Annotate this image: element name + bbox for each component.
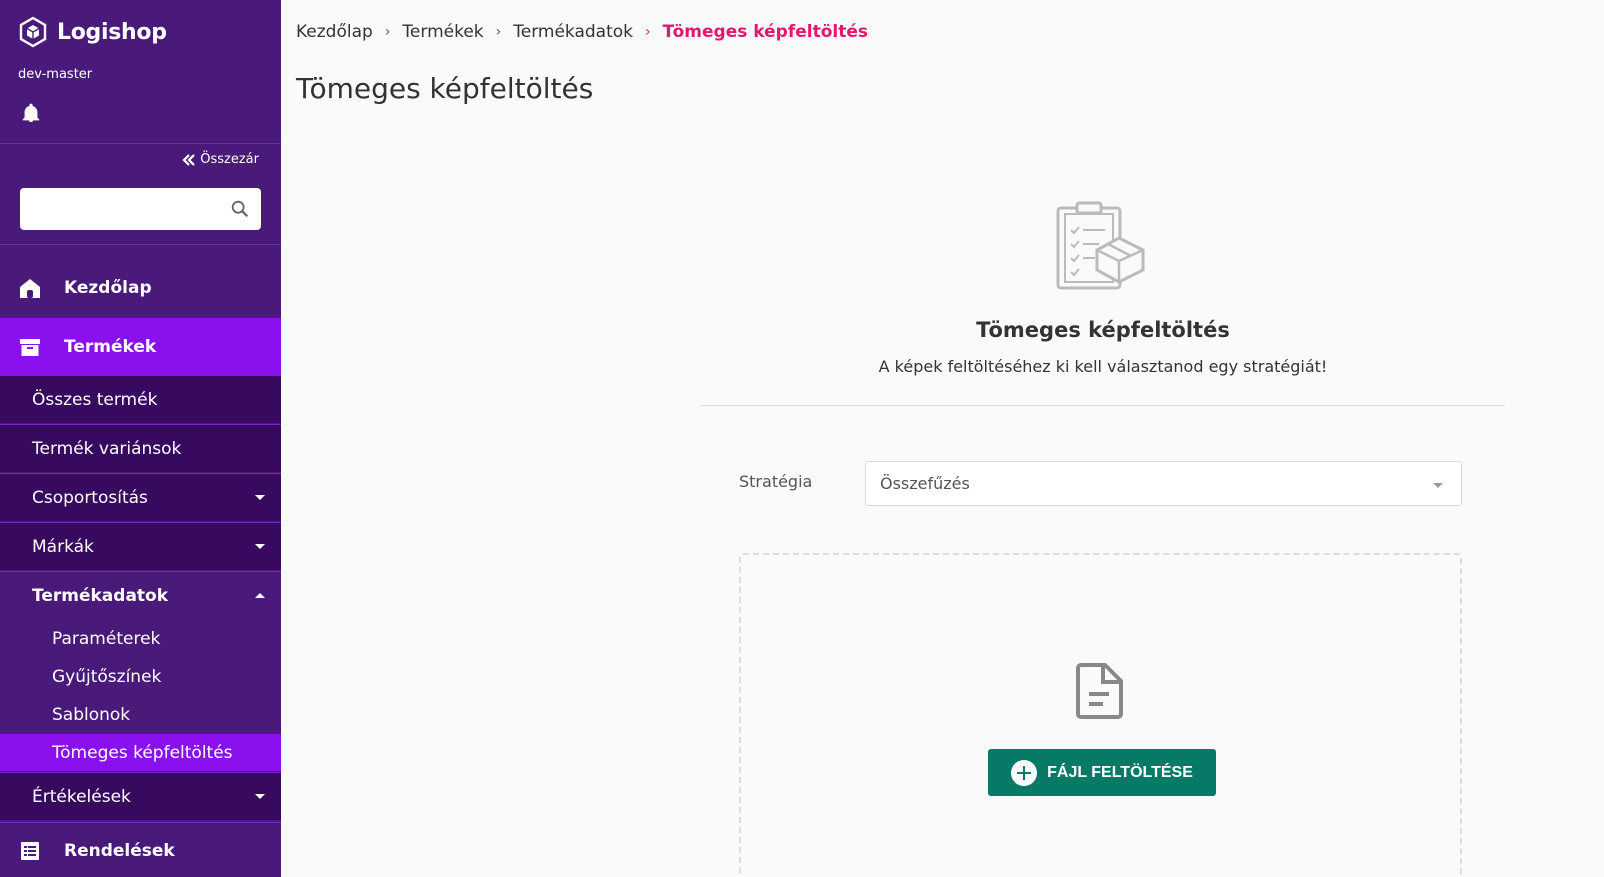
breadcrumb-current: Tömeges képfeltöltés xyxy=(662,22,868,42)
caret-down-icon xyxy=(255,495,265,500)
chevron-right-icon: › xyxy=(384,24,391,40)
section-divider xyxy=(700,405,1505,406)
sidebar-search-input[interactable] xyxy=(20,188,215,230)
nav-subitem-label: Értékelések xyxy=(32,786,131,807)
chevron-right-icon: › xyxy=(495,24,502,40)
archive-box-icon xyxy=(20,338,40,356)
nav-subitem-label: Termék variánsok xyxy=(32,438,182,459)
sidebar-search xyxy=(20,188,261,230)
hero-subtitle: A képek feltöltéséhez ki kell választano… xyxy=(878,357,1328,376)
brand[interactable]: Logishop xyxy=(17,16,167,48)
upload-file-button[interactable]: FÁJL FELTÖLTÉSE xyxy=(988,749,1216,796)
nav-subitem-all-products[interactable]: Összes termék xyxy=(0,375,281,423)
nav-subitem-label: Márkák xyxy=(32,536,94,557)
strategy-select[interactable]: Összefűzés xyxy=(865,461,1462,506)
clipboard-box-icon xyxy=(1056,201,1145,290)
nav-leaf-collector-colors[interactable]: Gyűjtőszínek xyxy=(0,658,281,695)
nav-leaf-parameters[interactable]: Paraméterek xyxy=(0,620,281,657)
nav-leaf-label: Tömeges képfeltöltés xyxy=(52,742,233,763)
breadcrumb-products[interactable]: Termékek xyxy=(402,22,483,42)
nav-subitem-product-data[interactable]: Termékadatok xyxy=(0,571,281,619)
brand-name: Logishop xyxy=(57,19,167,45)
nav-item-label: Rendelések xyxy=(64,841,175,861)
nav-subitem-reviews[interactable]: Értékelések xyxy=(0,772,281,820)
collapse-label: Összezár xyxy=(200,152,259,167)
nav-subitem-label: Termékadatok xyxy=(32,585,169,606)
nav-item-orders[interactable]: Rendelések xyxy=(0,822,281,877)
orders-icon xyxy=(21,842,39,860)
environment-label: dev-master xyxy=(18,67,93,82)
upload-file-button-label: FÁJL FELTÖLTÉSE xyxy=(1047,763,1193,781)
caret-down-icon xyxy=(255,794,265,799)
sidebar-divider xyxy=(0,244,281,245)
double-chevron-left-icon xyxy=(182,153,196,166)
caret-down-icon xyxy=(1433,483,1443,488)
breadcrumb-home[interactable]: Kezdőlap xyxy=(296,22,373,42)
chevron-right-icon: › xyxy=(645,24,651,40)
nav-leaf-label: Sablonok xyxy=(52,704,131,725)
collapse-button[interactable]: Összezár xyxy=(182,152,259,167)
nav-subitem-grouping[interactable]: Csoportosítás xyxy=(0,473,281,521)
nav-subitem-variants[interactable]: Termék variánsok xyxy=(0,424,281,472)
nav-leaf-label: Gyűjtőszínek xyxy=(52,666,162,687)
nav-item-label: Kezdőlap xyxy=(64,277,152,298)
nav-subitem-brands[interactable]: Márkák xyxy=(0,522,281,570)
strategy-label: Stratégia xyxy=(739,472,813,491)
nav-subitem-label: Csoportosítás xyxy=(32,487,148,508)
bell-icon[interactable] xyxy=(20,102,42,124)
nav-leaf-label: Paraméterek xyxy=(52,628,161,649)
breadcrumb: Kezdőlap › Termékek › Termékadatok › Töm… xyxy=(296,22,868,42)
nav-leaf-templates[interactable]: Sablonok xyxy=(0,696,281,733)
caret-down-icon xyxy=(255,544,265,549)
plus-circle-icon xyxy=(1011,759,1038,786)
caret-up-icon xyxy=(255,593,265,598)
sidebar-divider xyxy=(0,143,281,144)
nav-item-label: Termékek xyxy=(64,336,157,357)
file-document-icon xyxy=(1076,663,1123,719)
home-icon xyxy=(20,278,40,298)
nav-subitem-label: Összes termék xyxy=(32,389,158,410)
nav-leaf-bulk-image-upload[interactable]: Tömeges képfeltöltés xyxy=(0,734,281,771)
logishop-logo-icon xyxy=(19,16,47,48)
strategy-select-value: Összefűzés xyxy=(880,474,970,493)
sidebar: Logishop dev-master Összezár Kezdőlap Te… xyxy=(0,0,281,877)
hero-title: Tömeges képfeltöltés xyxy=(976,318,1230,342)
search-icon[interactable] xyxy=(229,198,251,220)
breadcrumb-product-data[interactable]: Termékadatok xyxy=(513,22,633,42)
nav-item-products[interactable]: Termékek xyxy=(0,318,281,375)
nav-item-home[interactable]: Kezdőlap xyxy=(0,259,281,316)
page-title: Tömeges képfeltöltés xyxy=(296,72,594,105)
